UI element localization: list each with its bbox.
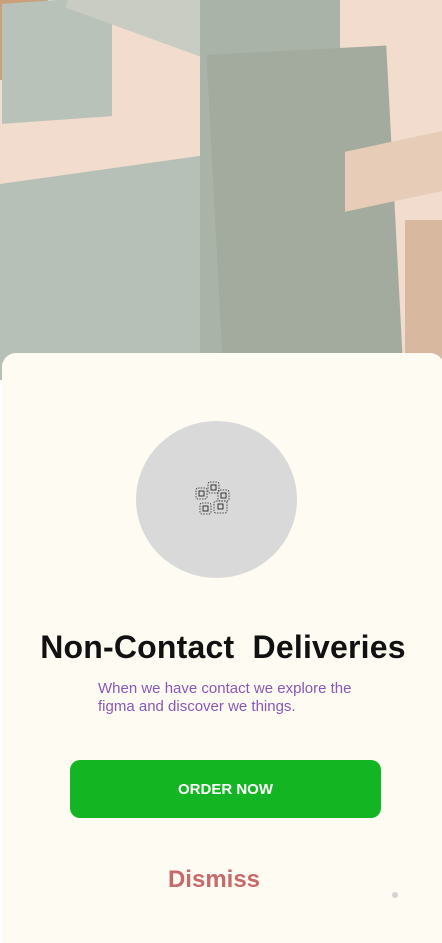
hero-image: [0, 0, 442, 380]
onboarding-screen: Non-Contact Deliveries When we have cont…: [0, 0, 442, 943]
page-indicator-dot: [392, 892, 398, 898]
dismiss-button[interactable]: Dismiss: [2, 866, 426, 894]
avatar: [136, 421, 297, 578]
onboarding-card: Non-Contact Deliveries When we have cont…: [2, 353, 442, 943]
page-subtitle: When we have contact we explore the figm…: [98, 680, 352, 715]
hero-shape: [206, 45, 404, 380]
order-now-button[interactable]: ORDER NOW: [70, 760, 381, 818]
page-title: Non-Contact Deliveries: [40, 629, 406, 665]
image-placeholder-icon: [195, 481, 230, 515]
